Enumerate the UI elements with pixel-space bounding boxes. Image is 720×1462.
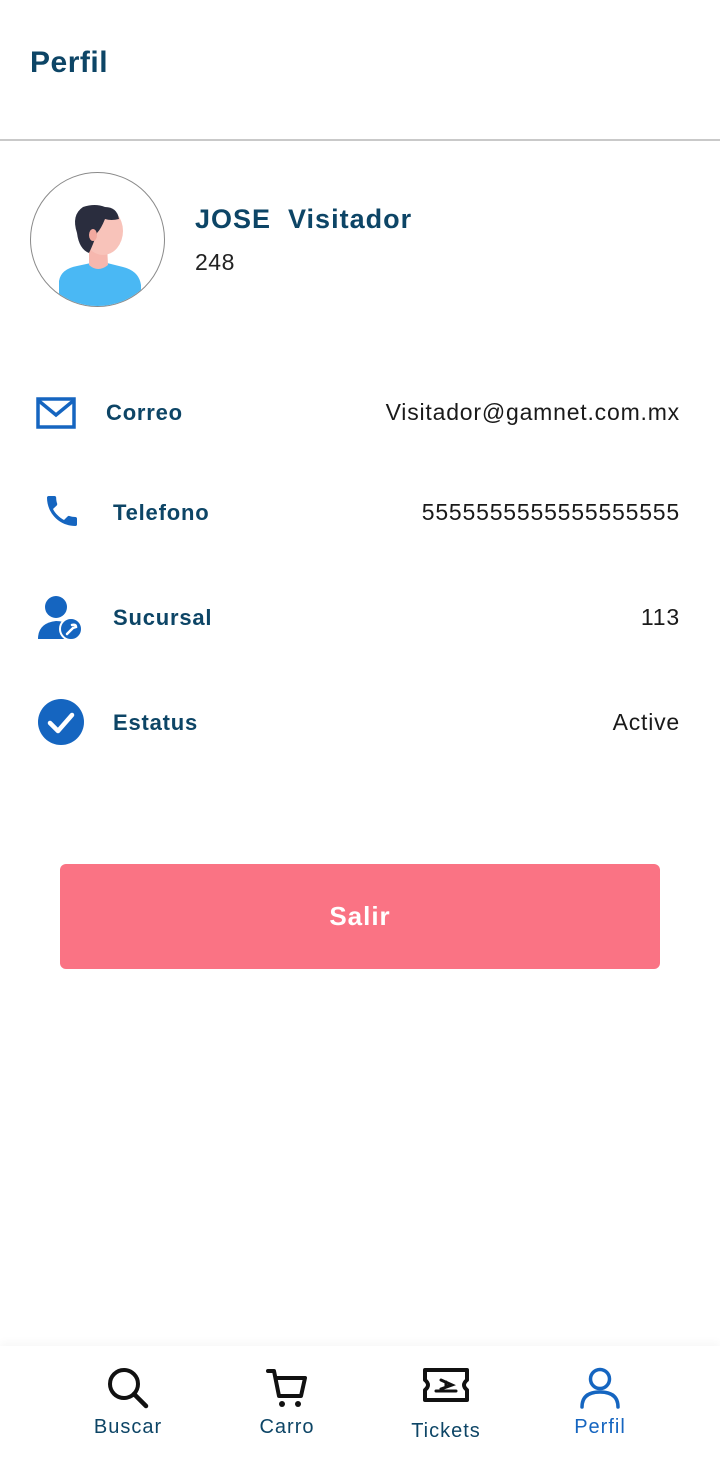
info-label-correo: Correo <box>106 400 183 425</box>
envelope-icon <box>36 388 86 438</box>
bottom-nav: Buscar Carro Tickets Perfil <box>0 1346 720 1462</box>
info-value-sucursal: 113 <box>640 604 680 630</box>
phone-icon <box>42 486 92 536</box>
nav-item-tickets[interactable]: Tickets <box>366 1346 526 1462</box>
info-label-estatus: Estatus <box>113 710 199 735</box>
info-row-estatus: Estatus Active <box>0 692 720 752</box>
nav-item-perfil[interactable]: Perfil <box>520 1346 680 1462</box>
avatar <box>30 172 165 307</box>
info-row-sucursal: Sucursal 113 <box>0 587 720 647</box>
cart-icon <box>266 1369 307 1407</box>
info-row-correo: Correo Visitador@gamnet.com.mx <box>0 383 720 443</box>
check-circle-icon <box>37 697 87 747</box>
nav-label-carro: Carro <box>259 1416 315 1438</box>
search-icon <box>108 1368 149 1409</box>
info-label-sucursal: Sucursal <box>113 605 213 630</box>
info-value-correo: Visitador@gamnet.com.mx <box>385 399 680 425</box>
nav-label-buscar: Buscar <box>93 1416 163 1438</box>
nav-item-buscar[interactable]: Buscar <box>48 1346 208 1462</box>
user-name: JOSE Visitador <box>195 204 413 234</box>
nav-label-tickets: Tickets <box>411 1420 481 1442</box>
info-value-telefono: 5555555555555555555 <box>421 499 680 525</box>
nav-item-carro[interactable]: Carro <box>207 1346 367 1462</box>
ticket-icon <box>423 1368 469 1402</box>
info-row-telefono: Telefono 5555555555555555555 <box>0 482 720 542</box>
logout-button[interactable]: Salir <box>60 864 660 969</box>
info-value-estatus: Active <box>612 709 680 735</box>
user-wrench-icon <box>36 593 86 643</box>
page-title: Perfil <box>30 46 109 79</box>
user-id: 248 <box>195 249 235 275</box>
avatar-illustration-icon <box>59 205 141 306</box>
app-header: Perfil <box>0 0 720 141</box>
info-label-telefono: Telefono <box>113 500 210 525</box>
user-icon <box>580 1367 620 1409</box>
nav-label-perfil: Perfil <box>574 1416 626 1438</box>
